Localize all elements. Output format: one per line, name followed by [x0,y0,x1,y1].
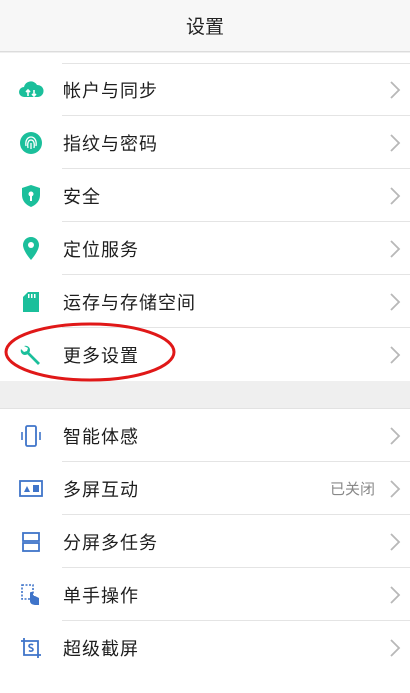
settings-item-more-settings[interactable]: 更多设置 [0,328,410,381]
app-header: 设置 [0,0,410,52]
settings-item-label: 指纹与密码 [63,133,158,155]
settings-item-label: 分屏多任务 [63,532,158,554]
settings-item-multi-screen[interactable]: 多屏互动 已关闭 [0,462,410,515]
one-hand-icon [17,581,45,609]
shield-icon [17,182,45,210]
chevron-right-icon [390,133,401,152]
settings-item-one-hand[interactable]: 单手操作 [0,568,410,621]
settings-group-features: 智能体感 多屏互动 已关闭 分屏多任务 单手操作 超级截屏 [0,408,410,693]
settings-item-label: 安全 [63,186,101,208]
chevron-right-icon [390,186,401,205]
settings-item-smart-motion[interactable]: 智能体感 [0,409,410,462]
cloud-sync-icon [17,76,45,104]
page-title: 设置 [185,16,224,38]
settings-item-label: 智能体感 [63,426,139,448]
settings-item-label: 定位服务 [63,239,139,261]
fingerprint-icon [17,129,45,157]
chevron-right-icon [390,80,401,99]
chevron-right-icon [390,292,401,311]
status-value: 已关闭 [329,480,375,498]
phone-motion-icon [17,422,45,450]
settings-item-memory-storage[interactable]: 运存与存储空间 [0,275,410,328]
chevron-right-icon [390,585,401,604]
settings-item-label: 运存与存储空间 [63,292,196,314]
chevron-right-icon [390,532,401,551]
chevron-right-icon [390,426,401,445]
chevron-right-icon [390,239,401,258]
split-screen-icon [17,528,45,556]
settings-item-label: 超级截屏 [63,638,139,660]
settings-item-location[interactable]: 定位服务 [0,222,410,275]
location-pin-icon [17,235,45,263]
settings-item-label: 多屏互动 [63,479,139,501]
settings-item-split-screen[interactable]: 分屏多任务 [0,515,410,568]
settings-item-fingerprint-password[interactable]: 指纹与密码 [0,116,410,169]
screen-cast-icon [17,475,45,503]
section-gap [0,381,410,408]
settings-item-super-screenshot[interactable]: 超级截屏 [0,621,410,674]
settings-group-system: 帐户与同步 指纹与密码 安全 定位服务 运存与存储空间 更多设置 [0,53,410,381]
settings-item-security[interactable]: 安全 [0,169,410,222]
settings-item-label: 更多设置 [63,345,139,367]
settings-item-label: 单手操作 [63,585,139,607]
chevron-right-icon [390,479,401,498]
sd-card-icon [17,288,45,316]
wrench-icon [17,341,45,369]
settings-item-account-sync[interactable]: 帐户与同步 [0,63,410,116]
settings-item-label: 帐户与同步 [63,80,158,102]
chevron-right-icon [390,638,401,657]
screenshot-icon [17,634,45,662]
chevron-right-icon [390,345,401,364]
